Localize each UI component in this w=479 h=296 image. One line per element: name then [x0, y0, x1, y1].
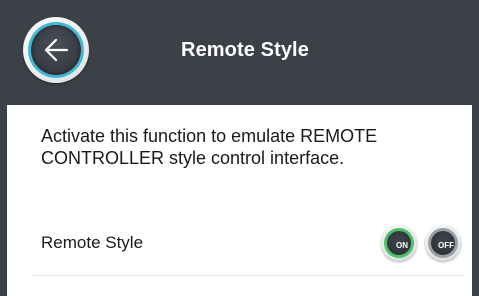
app-window: Remote Style Activate this function to e… — [0, 0, 479, 296]
content-panel: Activate this function to emulate REMOTE… — [7, 105, 472, 296]
back-arrow-icon — [44, 38, 69, 62]
on-indicator-ring: ON — [384, 228, 414, 258]
back-button[interactable] — [23, 17, 89, 83]
back-button-face — [31, 25, 81, 75]
off-button[interactable]: OFF — [425, 225, 461, 261]
setting-label: Remote Style — [41, 233, 144, 252]
remote-style-setting-row: Remote Style ON OFF — [33, 217, 464, 276]
on-button-label: ON — [396, 241, 408, 250]
on-button[interactable]: ON — [381, 225, 417, 261]
page-title: Remote Style — [181, 39, 309, 61]
off-button-label: OFF — [438, 241, 454, 250]
header-bar: Remote Style — [0, 0, 472, 105]
off-indicator-ring: OFF — [428, 228, 458, 258]
function-description: Activate this function to emulate REMOTE… — [41, 126, 378, 168]
